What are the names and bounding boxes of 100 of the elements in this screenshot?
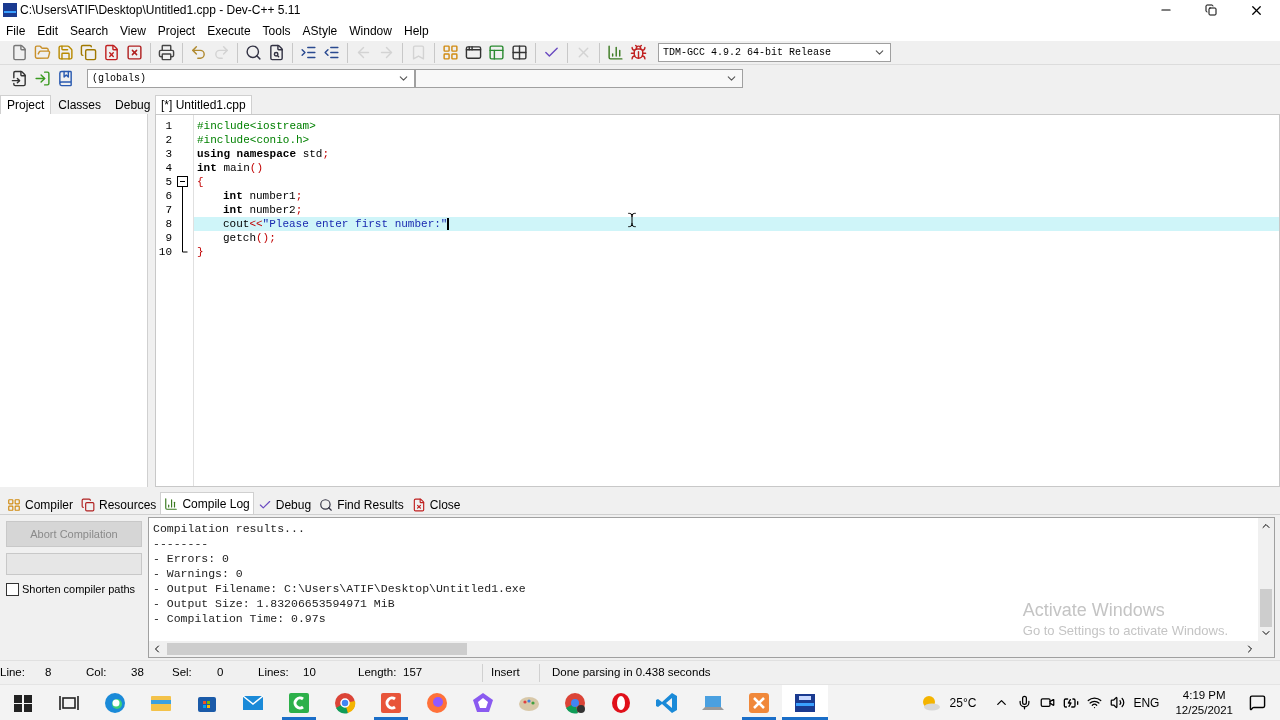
log-line: - Output Filename: C:\Users\ATIF\Desktop\Untitled1.exe: [153, 581, 526, 596]
code-line: #include<conio.h>: [197, 133, 310, 147]
checkbox-label: Shorten compiler paths: [22, 582, 136, 597]
checkbox[interactable]: [6, 582, 19, 596]
volume-icon[interactable]: [1110, 695, 1126, 710]
status-value: 0: [217, 664, 224, 680]
side-tab[interactable]: Project: [0, 95, 52, 114]
file-icon[interactable]: [11, 44, 28, 61]
restore-icon[interactable]: [1205, 4, 1217, 16]
chart-icon: [164, 496, 179, 511]
editor-tab[interactable]: [*] Untitled1.cpp: [155, 95, 252, 114]
menu-item[interactable]: Search: [65, 21, 114, 40]
code-line: #include<iostream>: [197, 119, 316, 133]
grid-icon[interactable]: [511, 44, 528, 61]
panel-tab[interactable]: Compile Log: [160, 492, 254, 514]
bookmarks-icon[interactable]: [57, 69, 74, 87]
pentagon-icon: [471, 690, 495, 715]
line-number: 7: [164, 203, 172, 217]
notification-icon[interactable]: [1249, 694, 1266, 711]
code-line: getch();: [223, 231, 276, 245]
camera-icon[interactable]: [1040, 695, 1056, 710]
search-icon: [319, 497, 334, 512]
line-number: 6: [164, 189, 172, 203]
clock[interactable]: 4:19 PM 12/25/2021: [1175, 687, 1233, 718]
undo-icon[interactable]: [190, 44, 207, 61]
copy-icon[interactable]: [80, 44, 97, 61]
menu-item[interactable]: Help: [398, 21, 434, 40]
file-close-icon: [411, 497, 426, 512]
insert-mode: Insert: [491, 664, 521, 680]
file-input-icon[interactable]: [11, 69, 28, 87]
menu-item[interactable]: AStyle: [297, 21, 343, 40]
horizontal-scrollbar[interactable]: [149, 641, 1258, 657]
ring-logo-icon: [609, 690, 633, 715]
indent-icon[interactable]: [300, 44, 317, 61]
menu-item[interactable]: Edit: [32, 21, 64, 40]
close-icon[interactable]: [1249, 3, 1264, 18]
code-line: int main(): [197, 161, 264, 175]
line-number: 10: [157, 245, 172, 259]
scope-select[interactable]: (globals): [87, 68, 415, 88]
menu-item[interactable]: File: [1, 21, 31, 40]
activation-message: Go to Settings to activate Windows.: [1022, 621, 1228, 640]
panel-tab[interactable]: Find Results: [315, 494, 408, 514]
status-label: Line:: [0, 664, 26, 680]
unindent-icon[interactable]: [323, 44, 340, 61]
panel-tab[interactable]: Close: [407, 494, 465, 514]
wifi-icon[interactable]: [1087, 695, 1103, 710]
line-number: 4: [164, 161, 172, 175]
code-line: {: [197, 175, 204, 189]
code-line: using namespace std;: [197, 147, 330, 161]
file-close-icon[interactable]: [103, 44, 120, 61]
status-label: Length:: [358, 664, 398, 680]
code-line: cout<<"Please enter first number:": [223, 217, 448, 231]
temperature[interactable]: 25°C: [949, 693, 977, 712]
language-indicator[interactable]: ENG: [1133, 693, 1160, 712]
compiler-select[interactable]: TDM-GCC 4.9.2 64-bit Release: [658, 43, 891, 62]
line-number: 9: [164, 231, 172, 245]
save-icon[interactable]: [57, 44, 74, 61]
window-title: C:\Users\ATIF\Desktop\Untitled1.cpp - Dev-C++ 5.11: [20, 2, 301, 19]
search-icon[interactable]: [245, 44, 262, 61]
file-search-icon[interactable]: [268, 44, 285, 61]
chart-icon[interactable]: [607, 44, 624, 61]
chrome-like-icon: [563, 690, 587, 715]
menu-item[interactable]: Execute: [202, 21, 256, 40]
printer-icon[interactable]: [158, 44, 175, 61]
grid-icon: [7, 497, 21, 512]
menu-item[interactable]: Project: [152, 21, 201, 40]
taskbar-button[interactable]: [782, 685, 828, 720]
panel-tab[interactable]: Compiler: [3, 494, 77, 514]
menu-item[interactable]: Tools: [257, 21, 296, 40]
window-icon[interactable]: [465, 44, 482, 61]
vertical-scrollbar[interactable]: [1258, 518, 1274, 657]
scrollbar-thumb[interactable]: [167, 643, 467, 655]
line-number: 3: [164, 147, 172, 161]
line-number: 5: [164, 175, 172, 189]
goto-icon[interactable]: [34, 69, 51, 87]
line-number: 1: [164, 119, 172, 133]
code-line: int number1;: [223, 189, 303, 203]
menu-item[interactable]: Window: [344, 21, 397, 40]
log-line: --------: [153, 536, 209, 551]
code-line: }: [197, 245, 204, 259]
scrollbar-thumb[interactable]: [1260, 589, 1272, 627]
bug-icon[interactable]: [630, 44, 647, 61]
panel-tab[interactable]: Debug: [253, 494, 316, 514]
app-icon: [379, 690, 403, 715]
status-label: Lines:: [258, 664, 290, 680]
microphone-icon[interactable]: [1017, 695, 1033, 710]
menu-item[interactable]: View: [115, 21, 151, 40]
app-icon: [287, 690, 311, 715]
log-line: - Compilation Time: 0.97s: [153, 611, 326, 626]
side-tab[interactable]: Classes: [51, 95, 109, 114]
fold-marker-icon[interactable]: [177, 175, 188, 189]
fox-browser-icon: [425, 690, 449, 715]
line-number: 2: [164, 133, 172, 147]
status-value: 38: [131, 664, 144, 680]
side-tab[interactable]: Debug: [108, 95, 158, 114]
activation-title: Activate Windows: [1022, 598, 1166, 621]
panels-icon[interactable]: [488, 44, 505, 61]
close-all-icon[interactable]: [126, 44, 143, 61]
panel-tab[interactable]: Resources: [77, 494, 161, 514]
folder-icon[interactable]: [34, 44, 51, 61]
